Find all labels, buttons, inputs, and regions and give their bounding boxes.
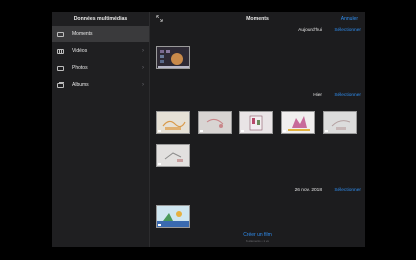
thumbnail-image xyxy=(157,47,189,68)
video-camera-icon xyxy=(200,130,203,132)
video-camera-icon xyxy=(283,130,286,132)
moments-pane: Moments Annuler Aujourd'hui Sélectionner… xyxy=(150,12,365,247)
album-icon xyxy=(57,81,64,88)
chevron-right-icon: › xyxy=(142,65,144,71)
photo-icon xyxy=(57,31,64,37)
section-date: 26 nov. 2018 xyxy=(294,188,322,193)
video-camera-icon xyxy=(158,224,161,226)
sidebar-title: Données multimédias xyxy=(73,16,128,22)
sidebar-item-albums[interactable]: Albums › xyxy=(52,77,149,93)
sidebar-item-moments[interactable]: Moments xyxy=(52,26,149,42)
thumbnail-image xyxy=(240,112,272,133)
sidebar-item-videos[interactable]: Vidéos › xyxy=(52,43,149,59)
sidebar-item-label: Albums xyxy=(72,82,89,88)
video-thumbnail[interactable] xyxy=(156,205,190,228)
page-title: Moments xyxy=(246,16,269,22)
video-camera-icon xyxy=(158,163,161,165)
create-movie-button[interactable]: Créer un film xyxy=(150,232,365,238)
sidebar-item-label: Photos xyxy=(72,65,88,71)
video-camera-icon xyxy=(325,130,328,132)
select-button[interactable]: Sélectionner xyxy=(334,28,361,33)
video-thumbnail[interactable] xyxy=(198,111,232,134)
select-button[interactable]: Sélectionner xyxy=(334,93,361,98)
photo-icon xyxy=(57,65,64,71)
sidebar: Données multimédias Moments Vidéos › Pho… xyxy=(52,12,150,247)
thumbnail-image xyxy=(157,206,189,227)
video-camera-icon xyxy=(241,130,244,132)
create-movie-subtitle: 6 éléments • 1 vo xyxy=(245,239,270,243)
chevron-right-icon: › xyxy=(142,48,144,54)
thumbnail-image xyxy=(324,112,356,133)
thumbnail-image xyxy=(282,112,314,133)
video-thumbnail[interactable] xyxy=(156,111,190,134)
video-thumbnail[interactable] xyxy=(281,111,315,134)
thumbnail-image xyxy=(157,145,189,166)
thumbnail-image xyxy=(157,112,189,133)
section-date: Aujourd'hui xyxy=(298,28,322,33)
sidebar-item-photos[interactable]: Photos › xyxy=(52,60,149,76)
cancel-button[interactable]: Annuler xyxy=(341,16,358,22)
media-thumbnail[interactable] xyxy=(156,46,190,69)
sidebar-item-label: Moments xyxy=(72,31,93,37)
video-thumbnail[interactable] xyxy=(323,111,357,134)
select-button[interactable]: Sélectionner xyxy=(334,188,361,193)
video-thumbnail[interactable] xyxy=(239,111,273,134)
sidebar-item-label: Vidéos xyxy=(72,48,88,54)
app-window: Données multimédias Moments Vidéos › Pho… xyxy=(52,12,365,247)
video-camera-icon xyxy=(158,130,161,132)
video-thumbnail[interactable] xyxy=(156,144,190,167)
film-icon xyxy=(57,48,64,54)
chevron-right-icon: › xyxy=(142,82,144,88)
section-date: Hier xyxy=(313,93,322,98)
thumbnail-image xyxy=(199,112,231,133)
